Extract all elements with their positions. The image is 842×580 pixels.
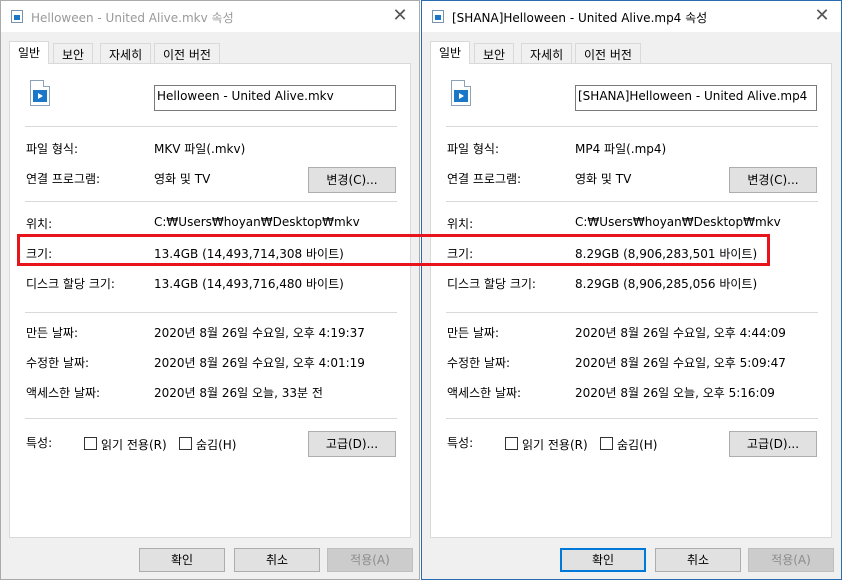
hidden-label: 숨김(H) — [617, 438, 658, 452]
title-bar[interactable]: [SHANA]Helloween - United Alive.mp4 속성 ✕ — [422, 1, 841, 32]
hidden-label: 숨김(H) — [196, 438, 237, 452]
created-label: 만든 날짜: — [447, 326, 500, 340]
size-on-disk-value: 13.4GB (14,493,716,480 바이트) — [154, 277, 344, 291]
attributes-label: 특성: — [26, 436, 53, 450]
cancel-button[interactable]: 취소 — [655, 548, 741, 572]
location-value: C:₩Users₩hoyan₩Desktop₩mkv — [154, 215, 360, 229]
general-panel: [SHANA]Helloween - United Alive.mp4 파일 형… — [430, 63, 832, 538]
modified-value: 2020년 8월 26일 수요일, 오후 4:01:19 — [154, 356, 365, 370]
tab-previous-versions[interactable]: 이전 버전 — [154, 43, 220, 63]
size-label: 크기: — [447, 247, 474, 261]
tab-security[interactable]: 보안 — [474, 43, 515, 63]
tab-details[interactable]: 자세히 — [521, 43, 573, 63]
change-button[interactable]: 변경(C)... — [729, 167, 817, 193]
apply-button[interactable]: 적용(A) — [327, 548, 413, 572]
location-value: C:₩Users₩hoyan₩Desktop₩mkv — [575, 215, 781, 229]
file-properties-icon — [11, 10, 23, 23]
file-type-value: MKV 파일(.mkv) — [154, 142, 246, 156]
properties-window-mp4: [SHANA]Helloween - United Alive.mp4 속성 ✕… — [421, 0, 842, 580]
tab-general[interactable]: 일반 — [430, 41, 471, 64]
opens-with-value: 영화 및 TV — [575, 172, 632, 186]
advanced-button[interactable]: 고급(D)... — [308, 431, 396, 457]
attributes-label: 특성: — [447, 436, 474, 450]
readonly-label: 읽기 전용(R) — [101, 438, 167, 452]
tab-previous-versions[interactable]: 이전 버전 — [575, 43, 641, 63]
readonly-checkbox[interactable] — [505, 437, 518, 450]
divider — [25, 418, 397, 419]
tab-details[interactable]: 자세히 — [100, 43, 152, 63]
file-name-field[interactable]: [SHANA]Helloween - United Alive.mp4 — [575, 85, 817, 111]
advanced-button[interactable]: 고급(D)... — [729, 431, 817, 457]
tab-security[interactable]: 보안 — [53, 43, 94, 63]
cancel-button[interactable]: 취소 — [234, 548, 320, 572]
file-type-label: 파일 형식: — [26, 142, 79, 156]
readonly-label: 읽기 전용(R) — [522, 438, 588, 452]
location-label: 위치: — [26, 217, 53, 231]
change-button[interactable]: 변경(C)... — [308, 167, 396, 193]
file-type-label: 파일 형식: — [447, 142, 500, 156]
divider — [446, 418, 818, 419]
ok-button[interactable]: 확인 — [139, 548, 225, 572]
created-label: 만든 날짜: — [26, 326, 79, 340]
title-bar[interactable]: Helloween - United Alive.mkv 속성 ✕ — [1, 1, 419, 32]
file-properties-icon — [432, 10, 444, 23]
divider — [25, 126, 397, 127]
close-icon[interactable]: ✕ — [811, 5, 833, 27]
opens-with-label: 연결 프로그램: — [26, 172, 101, 186]
divider — [446, 126, 818, 127]
size-on-disk-value: 8.29GB (8,906,285,056 바이트) — [575, 277, 758, 291]
size-label: 크기: — [26, 247, 53, 261]
file-name-field[interactable]: Helloween - United Alive.mkv — [154, 85, 396, 111]
modified-label: 수정한 날짜: — [26, 356, 90, 370]
file-type-value: MP4 파일(.mp4) — [575, 142, 667, 156]
properties-window-mkv: Helloween - United Alive.mkv 속성 ✕ 일반 보안 … — [0, 0, 420, 580]
accessed-label: 액세스한 날짜: — [447, 386, 522, 400]
readonly-checkbox[interactable] — [84, 437, 97, 450]
tab-general[interactable]: 일반 — [9, 41, 50, 64]
window-title: [SHANA]Helloween - United Alive.mp4 속성 — [452, 11, 708, 25]
close-icon[interactable]: ✕ — [389, 5, 411, 27]
accessed-label: 액세스한 날짜: — [26, 386, 101, 400]
size-on-disk-label: 디스크 할당 크기: — [447, 277, 536, 291]
ok-button[interactable]: 확인 — [560, 548, 646, 572]
divider — [446, 312, 818, 313]
apply-button[interactable]: 적용(A) — [748, 548, 834, 572]
modified-value: 2020년 8월 26일 수요일, 오후 5:09:47 — [575, 356, 786, 370]
modified-label: 수정한 날짜: — [447, 356, 511, 370]
created-value: 2020년 8월 26일 수요일, 오후 4:44:09 — [575, 326, 786, 340]
divider — [25, 312, 397, 313]
opens-with-value: 영화 및 TV — [154, 172, 211, 186]
size-value: 13.4GB (14,493,714,308 바이트) — [154, 247, 344, 261]
video-file-icon — [451, 80, 471, 106]
divider — [446, 201, 818, 202]
created-value: 2020년 8월 26일 수요일, 오후 4:19:37 — [154, 326, 365, 340]
size-on-disk-label: 디스크 할당 크기: — [26, 277, 115, 291]
hidden-checkbox[interactable] — [600, 437, 613, 450]
accessed-value: 2020년 8월 26일 오늘, 33분 전 — [154, 386, 323, 400]
accessed-value: 2020년 8월 26일 오늘, 오후 5:16:09 — [575, 386, 775, 400]
general-panel: Helloween - United Alive.mkv 파일 형식: MKV … — [9, 63, 411, 538]
window-title: Helloween - United Alive.mkv 속성 — [31, 11, 234, 25]
size-value: 8.29GB (8,906,283,501 바이트) — [575, 247, 758, 261]
hidden-checkbox[interactable] — [179, 437, 192, 450]
opens-with-label: 연결 프로그램: — [447, 172, 522, 186]
divider — [25, 201, 397, 202]
video-file-icon — [30, 80, 50, 106]
location-label: 위치: — [447, 217, 474, 231]
